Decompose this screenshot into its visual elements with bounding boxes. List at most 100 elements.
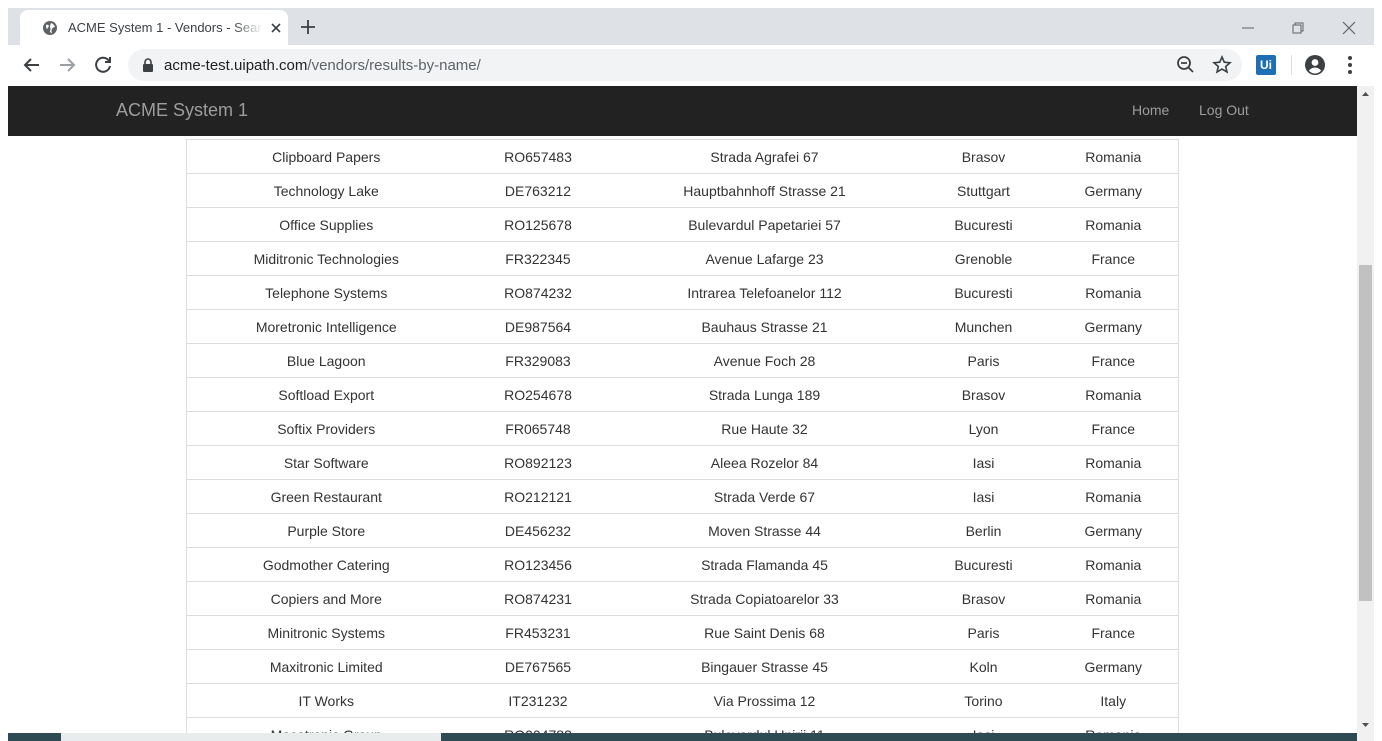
table-row: Star Software RO892123 Aleea Rozelor 84 Ias… <box>186 445 1179 480</box>
country-cell: France <box>1048 615 1179 650</box>
address-cell: Via Prossima 12 <box>610 683 919 718</box>
vertical-scrollbar[interactable] <box>1357 86 1374 741</box>
globe-icon <box>43 21 57 35</box>
tax-id-cell: FR322345 <box>465 241 611 276</box>
table-row: Purple Store DE456232 Moven Strasse 44 Berl… <box>186 513 1179 548</box>
country-cell: Germany <box>1048 513 1179 548</box>
tab-title: ACME System 1 - Vendors - Search <box>68 20 263 35</box>
vendor-name-cell: Miditronic Technologies <box>186 241 466 276</box>
country-cell: Germany <box>1048 649 1179 684</box>
address-bar[interactable]: acme-test.uipath.com/vendors/results-by-… <box>128 49 1242 81</box>
browser-toolbar: acme-test.uipath.com/vendors/results-by-… <box>8 45 1374 86</box>
address-cell: Bingauer Strasse 45 <box>610 649 919 684</box>
tax-id-cell: RO874231 <box>465 581 611 616</box>
table-row: Green Restaurant RO212121 Strada Verde 67 I… <box>186 479 1179 514</box>
country-cell: France <box>1048 343 1179 378</box>
vendor-name-cell: Technology Lake <box>186 173 466 208</box>
nav-logout-link[interactable]: Log Out <box>1199 102 1249 118</box>
address-cell: Moven Strasse 44 <box>610 513 919 548</box>
city-cell: Iasi <box>918 479 1049 514</box>
tax-id-cell: FR453231 <box>465 615 611 650</box>
tax-id-cell: RO892123 <box>465 445 611 480</box>
nav-home-link[interactable]: Home <box>1132 102 1169 118</box>
country-cell: Italy <box>1048 683 1179 718</box>
table-row: Softix Providers FR065748 Rue Haute 32 Lyon… <box>186 411 1179 446</box>
vendor-name-cell: Softix Providers <box>186 411 466 446</box>
city-cell: Lyon <box>918 411 1049 446</box>
brand-link[interactable]: ACME System 1 <box>116 100 248 121</box>
address-cell: Intrarea Telefoanelor 112 <box>610 275 919 310</box>
back-arrow-icon[interactable] <box>20 53 44 77</box>
table-row: Telephone Systems RO874232 Intrarea Telefo… <box>186 275 1179 310</box>
tax-id-cell: RO125678 <box>465 207 611 242</box>
address-cell: Strada Flamanda 45 <box>610 547 919 582</box>
reload-icon[interactable] <box>91 53 115 77</box>
country-cell: Romania <box>1048 445 1179 480</box>
city-cell: Grenoble <box>918 241 1049 276</box>
city-cell: Brasov <box>918 139 1049 174</box>
restore-icon[interactable] <box>1286 16 1310 40</box>
zoom-out-icon[interactable] <box>1174 53 1198 77</box>
url-host: acme-test.uipath.com <box>164 57 308 74</box>
city-cell: Bucuresti <box>918 547 1049 582</box>
lock-icon[interactable] <box>142 58 154 72</box>
country-cell: Romania <box>1048 207 1179 242</box>
window-close-icon[interactable] <box>1337 16 1361 40</box>
tax-id-cell: DE767565 <box>465 649 611 684</box>
city-cell: Munchen <box>918 309 1049 344</box>
scroll-down-arrow-icon[interactable] <box>1357 716 1374 733</box>
account-icon[interactable] <box>1303 53 1327 77</box>
city-cell: Stuttgart <box>918 173 1049 208</box>
country-cell: Romania <box>1048 139 1179 174</box>
tax-id-cell: RO874232 <box>465 275 611 310</box>
star-icon[interactable] <box>1210 53 1234 77</box>
scroll-up-arrow-icon[interactable] <box>1357 86 1374 103</box>
minimize-icon[interactable] <box>1236 16 1260 40</box>
tax-id-cell: FR065748 <box>465 411 611 446</box>
country-cell: Romania <box>1048 479 1179 514</box>
country-cell: France <box>1048 411 1179 446</box>
table-row: Office Supplies RO125678 Bulevardul Papeta… <box>186 207 1179 242</box>
address-cell: Rue Haute 32 <box>610 411 919 446</box>
country-cell: Romania <box>1048 377 1179 412</box>
url-path: /vendors/results-by-name/ <box>307 57 481 74</box>
country-cell: France <box>1048 241 1179 276</box>
toolbar-separator <box>1291 55 1292 75</box>
browser-window: ACME System 1 - Vendors - Search acme-te… <box>0 0 1382 741</box>
uipath-extension-icon[interactable]: Ui <box>1256 55 1276 75</box>
tax-id-cell: DE456232 <box>465 513 611 548</box>
country-cell: Romania <box>1048 581 1179 616</box>
tax-id-cell: DE763212 <box>465 173 611 208</box>
table-row: Softload Export RO254678 Strada Lunga 189 B… <box>186 377 1179 412</box>
vendor-name-cell: Godmother Catering <box>186 547 466 582</box>
address-cell: Bulevardul Papetariei 57 <box>610 207 919 242</box>
city-cell: Paris <box>918 343 1049 378</box>
country-cell: Germany <box>1048 309 1179 344</box>
page-viewport: ACME System 1 Home Log Out Clipboard Pap… <box>8 86 1357 741</box>
plus-icon[interactable] <box>296 15 320 39</box>
city-cell: Iasi <box>918 445 1049 480</box>
kebab-menu-icon[interactable] <box>1338 53 1362 77</box>
browser-tab[interactable]: ACME System 1 - Vendors - Search <box>20 10 288 45</box>
forward-arrow-icon[interactable] <box>55 53 79 77</box>
vendor-name-cell: Office Supplies <box>186 207 466 242</box>
city-cell: Berlin <box>918 513 1049 548</box>
close-icon[interactable] <box>268 20 284 36</box>
bottom-strip-segment <box>61 733 441 741</box>
address-cell: Strada Verde 67 <box>610 479 919 514</box>
vendor-name-cell: Copiers and More <box>186 581 466 616</box>
address-cell: Rue Saint Denis 68 <box>610 615 919 650</box>
country-cell: Germany <box>1048 173 1179 208</box>
country-cell: Romania <box>1048 275 1179 310</box>
table-row: Copiers and More RO874231 Strada Copiatoar… <box>186 581 1179 616</box>
city-cell: Brasov <box>918 581 1049 616</box>
top-navbar: ACME System 1 Home Log Out <box>8 86 1357 136</box>
city-cell: Bucuresti <box>918 207 1049 242</box>
bottom-strip <box>8 733 1357 741</box>
vendor-name-cell: Maxitronic Limited <box>186 649 466 684</box>
table-row: Minitronic Systems FR453231 Rue Saint Deni… <box>186 615 1179 650</box>
vendor-name-cell: Moretronic Intelligence <box>186 309 466 344</box>
table-row: Maxitronic Limited DE767565 Bingauer Stras… <box>186 649 1179 684</box>
url-text[interactable]: acme-test.uipath.com/vendors/results-by-… <box>164 57 481 74</box>
scrollbar-thumb[interactable] <box>1359 265 1372 601</box>
